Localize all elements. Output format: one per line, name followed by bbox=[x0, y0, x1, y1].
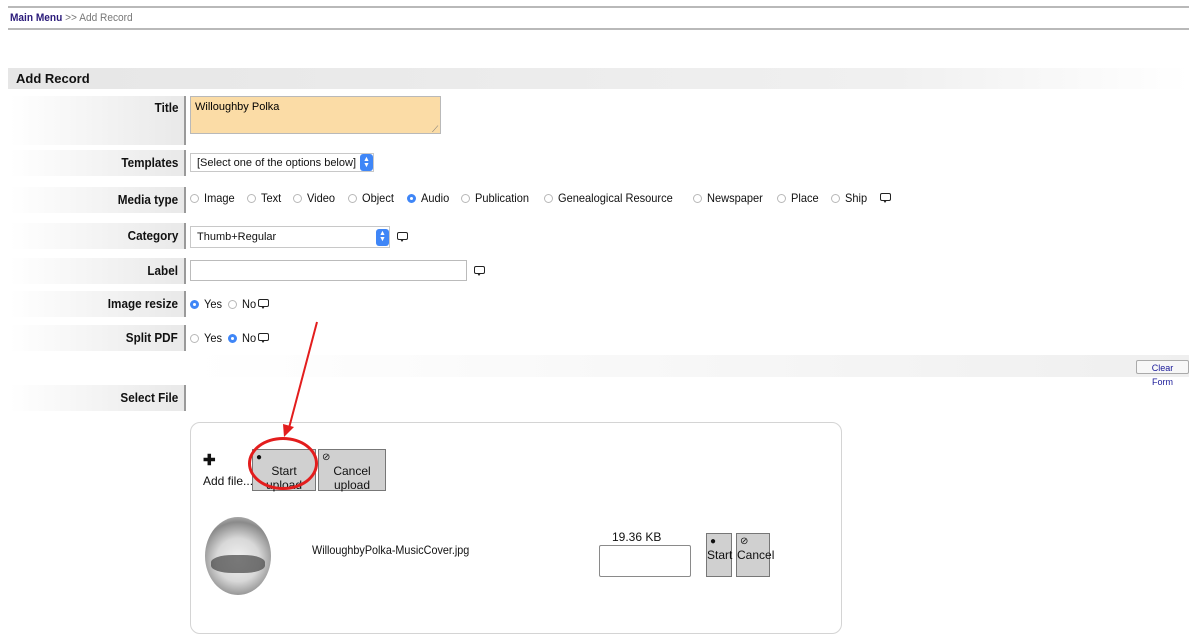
file-cancel-button[interactable]: ⊘ Cancel bbox=[736, 533, 774, 577]
cancel-upload-button[interactable]: ⊘ Cancel upload bbox=[318, 449, 386, 492]
plus-icon[interactable]: ✚ bbox=[203, 451, 216, 469]
media-type-radio[interactable] bbox=[692, 193, 702, 203]
file-cancel-label: Cancel bbox=[737, 548, 775, 562]
media-type-option-label: Place bbox=[791, 191, 820, 205]
media-type-option-label: Audio bbox=[420, 191, 449, 205]
file-start-label: Start bbox=[707, 548, 733, 562]
speech-bubble-icon[interactable] bbox=[879, 192, 892, 204]
select-chevron-icon: ▲ ▼ bbox=[360, 154, 373, 171]
media-type-option[interactable]: Ship bbox=[831, 191, 869, 205]
media-type-option-label: Genealogical Resource bbox=[557, 191, 673, 205]
media-type-option-label: Video bbox=[307, 191, 336, 205]
media-type-radio[interactable] bbox=[293, 193, 303, 203]
no-entry-icon: ⊘ bbox=[740, 536, 749, 547]
media-type-radio[interactable] bbox=[190, 193, 199, 203]
media-type-radio[interactable] bbox=[543, 193, 553, 203]
select-file-label: Select File bbox=[10, 385, 186, 411]
templates-label: Templates bbox=[10, 150, 186, 176]
media-type-option-label: Ship bbox=[845, 191, 868, 205]
top-divider bbox=[8, 6, 1189, 8]
media-type-radio[interactable] bbox=[461, 193, 471, 203]
speech-bubble-icon[interactable] bbox=[257, 298, 269, 310]
breadcrumb-main-menu-link[interactable]: Main Menu bbox=[10, 12, 62, 24]
image-resize-label: Image resize bbox=[10, 291, 186, 317]
speech-bubble-icon[interactable] bbox=[473, 265, 485, 277]
select-chevron-icon: ▲ ▼ bbox=[376, 228, 389, 246]
category-select[interactable]: Thumb+Regular ▲ ▼ bbox=[190, 226, 390, 248]
form-actions-bar bbox=[190, 355, 1189, 377]
media-type-option-label: Image bbox=[204, 191, 235, 205]
image-resize-no-radio[interactable] bbox=[227, 299, 237, 309]
arrow-circle-icon: ● bbox=[710, 536, 717, 547]
media-type-option-label: Newspaper bbox=[706, 191, 763, 205]
media-type-radio[interactable] bbox=[831, 193, 841, 203]
media-type-options: Image Text Video Object Audio Publication Gene… bbox=[190, 191, 892, 205]
media-type-option[interactable]: Object bbox=[347, 191, 397, 205]
breadcrumb-separator: >> bbox=[65, 12, 77, 24]
resize-grip-icon[interactable]: ⟋ bbox=[432, 124, 440, 134]
image-resize-no-label: No bbox=[241, 297, 256, 311]
media-type-radio[interactable] bbox=[406, 193, 416, 203]
split-pdf-yes-label: Yes bbox=[204, 331, 223, 345]
category-label: Category bbox=[10, 223, 186, 249]
breadcrumb-current: Add Record bbox=[79, 12, 133, 24]
media-type-option[interactable]: Newspaper bbox=[692, 191, 768, 205]
annotation-circle bbox=[248, 437, 318, 490]
add-file-button[interactable]: Add file... bbox=[203, 474, 253, 488]
media-type-radio[interactable] bbox=[247, 193, 257, 203]
media-type-label: Media type bbox=[10, 187, 186, 213]
cancel-upload-label: Cancel upload bbox=[333, 464, 371, 492]
media-type-option-label: Object bbox=[361, 191, 394, 205]
file-name: WilloughbyPolka-MusicCover.jpg bbox=[312, 543, 470, 557]
file-start-button[interactable]: ● Start bbox=[706, 533, 732, 577]
split-pdf-no-label: No bbox=[241, 331, 256, 345]
media-type-option-label: Text bbox=[261, 191, 282, 205]
speech-bubble-icon[interactable] bbox=[396, 231, 408, 243]
split-pdf-label: Split PDF bbox=[10, 325, 186, 351]
media-type-option[interactable]: Image bbox=[190, 191, 237, 205]
title-label: Title bbox=[10, 96, 186, 145]
label-label: Label bbox=[10, 258, 186, 284]
split-pdf-no-radio[interactable] bbox=[227, 333, 237, 343]
media-type-radio[interactable] bbox=[777, 193, 787, 203]
speech-bubble-icon[interactable] bbox=[257, 332, 269, 344]
media-type-option-label: Publication bbox=[475, 191, 530, 205]
breadcrumb: Main Menu >> Add Record bbox=[10, 12, 133, 24]
label-input[interactable] bbox=[190, 260, 467, 281]
image-resize-yes-label: Yes bbox=[204, 297, 223, 311]
file-thumbnail bbox=[205, 517, 271, 595]
media-type-option[interactable]: Publication bbox=[461, 191, 534, 205]
section-title: Add Record bbox=[8, 68, 1189, 89]
media-type-radio[interactable] bbox=[347, 193, 357, 203]
media-type-option[interactable]: Audio bbox=[406, 191, 452, 205]
templates-select[interactable]: [Select one of the options below] ▲ ▼ bbox=[190, 153, 374, 172]
split-pdf-yes-radio[interactable] bbox=[190, 333, 199, 343]
file-size: 19.36 KB bbox=[612, 530, 662, 544]
no-entry-icon: ⊘ bbox=[322, 452, 331, 463]
title-field[interactable]: Willoughby Polka bbox=[190, 96, 441, 134]
image-resize-yes-radio[interactable] bbox=[190, 299, 199, 309]
media-type-option[interactable]: Place bbox=[777, 191, 821, 205]
upload-progress-bar bbox=[599, 545, 691, 577]
clear-form-button[interactable]: Clear Form bbox=[1136, 360, 1189, 387]
category-select-value: Thumb+Regular bbox=[197, 231, 277, 243]
templates-select-value: [Select one of the options below] bbox=[197, 156, 356, 169]
breadcrumb-divider bbox=[8, 28, 1189, 30]
media-type-option[interactable]: Video bbox=[293, 191, 337, 205]
media-type-option[interactable]: Genealogical Resource bbox=[543, 191, 683, 205]
media-type-option[interactable]: Text bbox=[247, 191, 283, 205]
